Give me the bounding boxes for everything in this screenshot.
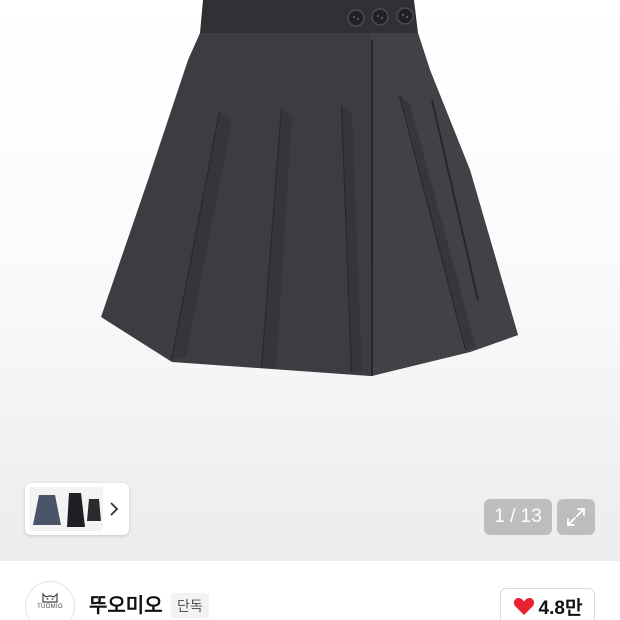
product-info-bar: TUOMIO 뚜오미오 단독 4.8만 bbox=[0, 561, 620, 620]
like-count: 4.8만 bbox=[538, 597, 583, 619]
brand-name[interactable]: 뚜오미오 bbox=[89, 591, 163, 619]
thumbnail-strip[interactable] bbox=[25, 483, 129, 535]
product-image-skirt[interactable] bbox=[0, 0, 620, 561]
thumbnail-skirts-image bbox=[33, 493, 101, 527]
thumbnail-image[interactable] bbox=[29, 487, 103, 531]
heart-icon bbox=[513, 598, 534, 615]
cat-face-icon bbox=[42, 592, 58, 603]
expand-button[interactable] bbox=[557, 499, 595, 535]
exclusive-badge: 단독 bbox=[171, 593, 209, 618]
product-image-gallery[interactable]: 1 / 13 bbox=[0, 0, 620, 561]
brand-logo[interactable]: TUOMIO bbox=[25, 581, 75, 620]
expand-arrows-icon bbox=[567, 508, 585, 526]
like-button[interactable]: 4.8만 bbox=[500, 588, 595, 620]
page-counter: 1 / 13 bbox=[484, 499, 552, 535]
chevron-right-icon[interactable] bbox=[103, 487, 125, 531]
brand-logo-text: TUOMIO bbox=[37, 604, 63, 610]
